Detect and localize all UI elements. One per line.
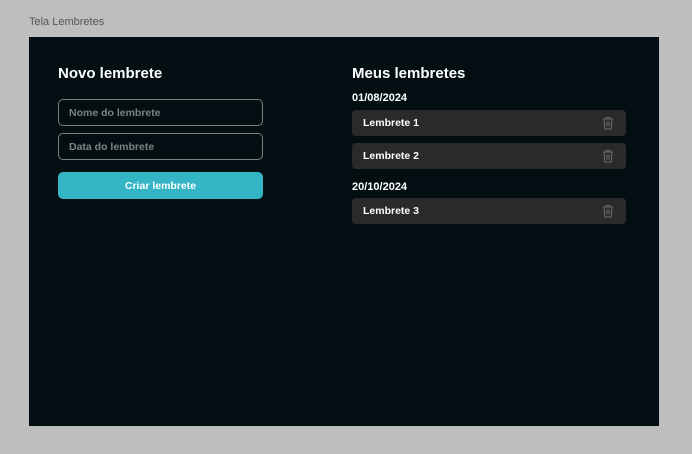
reminders-screen: Novo lembrete Criar lembrete Meus lembre…: [29, 37, 659, 426]
frame-title: Tela Lembretes: [29, 16, 105, 28]
reminder-item: Lembrete 2: [352, 143, 626, 169]
reminder-name-input[interactable]: [58, 99, 263, 126]
reminder-label: Lembrete 1: [363, 117, 420, 129]
trash-icon[interactable]: [601, 149, 615, 163]
date-group-label: 01/08/2024: [352, 92, 408, 104]
my-reminders-heading: Meus lembretes: [352, 65, 466, 82]
reminder-label: Lembrete 3: [363, 205, 420, 217]
trash-icon[interactable]: [601, 204, 615, 218]
create-reminder-button[interactable]: Criar lembrete: [58, 172, 263, 199]
trash-icon[interactable]: [601, 116, 615, 130]
reminder-item: Lembrete 1: [352, 110, 626, 136]
date-group-label: 20/10/2024: [352, 181, 408, 193]
reminder-label: Lembrete 2: [363, 150, 420, 162]
new-reminder-heading: Novo lembrete: [58, 65, 163, 82]
reminder-date-input[interactable]: [58, 133, 263, 160]
reminder-item: Lembrete 3: [352, 198, 626, 224]
